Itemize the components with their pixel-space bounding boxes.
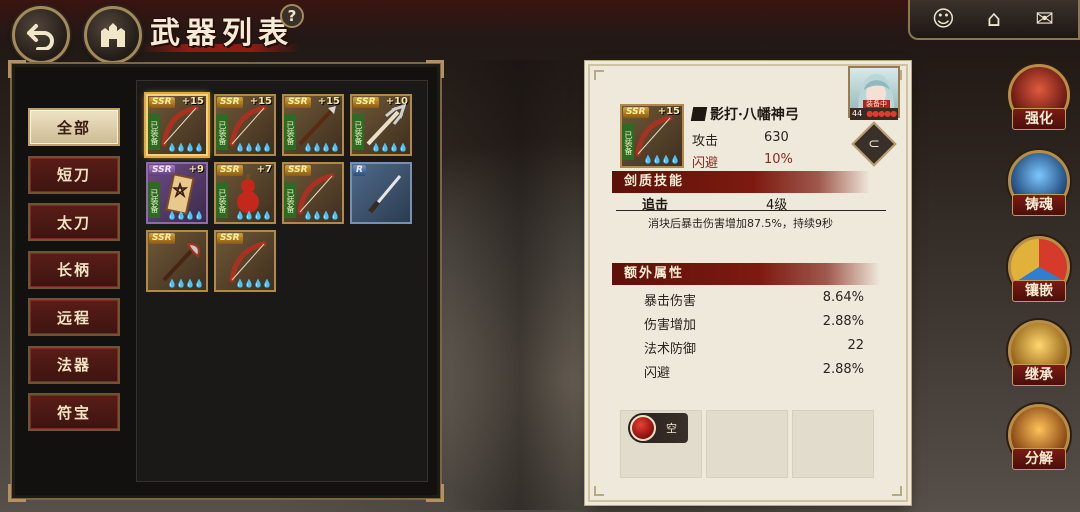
main-city-button[interactable] [84,6,142,64]
lock-icon: ⊂ [868,136,880,152]
soul-drops-icon: 💧💧💧💧 [235,211,272,220]
weapon-type-icon [690,107,708,121]
page-title: 武器列表 [150,16,294,51]
tab-all[interactable]: 全部 [28,108,120,146]
bow-icon [635,115,673,157]
weapon-slot[interactable]: SSR +9 已装备 💧💧💧💧 [146,162,208,224]
stat-attack: 攻击 630 [692,130,789,149]
inlay-button[interactable]: 镶嵌 [1004,236,1074,304]
extra-section-header: 额外属性 [612,263,880,285]
gem-slot[interactable] [792,410,874,478]
dismantle-button[interactable]: 分解 [1004,404,1074,472]
category-tabs: 全部 短刀 太刀 长柄 远程 法器 符宝 [28,108,122,441]
background-pillar [450,60,590,510]
home-icon[interactable]: ⌂ [976,7,1012,32]
extra-stat-row: 暴击伤害 8.64% [644,290,864,309]
tab-talisman[interactable]: 符宝 [28,393,120,431]
back-arrow-icon [27,24,54,50]
card-corner [892,486,902,496]
red-gem-icon [630,415,656,441]
empty-gem-socket[interactable]: 空 [628,413,688,443]
divider [616,210,886,211]
soul-drops-icon: 💧💧💧💧 [303,143,340,152]
soul-drops-icon: 💧💧💧💧 [371,143,408,152]
soul-drops-icon: 💧💧💧💧 [303,211,340,220]
extra-stat-row: 闪避 2.88% [644,362,864,381]
frame-corner [426,484,444,502]
katana-icon [368,175,402,214]
bow-icon [161,105,199,147]
stat-dodge: 闪避 10% [692,152,793,171]
weapon-name: 影打·八幡神弓 [690,104,799,124]
gourd-icon [237,174,259,213]
inherit-button[interactable]: 继承 [1004,320,1074,388]
soul-drops-icon: 💧💧💧💧 [643,155,680,164]
back-button[interactable] [12,6,70,64]
weapon-slot[interactable]: SSR +7 已装备 💧💧💧💧 [214,162,276,224]
extra-stat-row: 法术防御 22 [644,338,864,357]
spear-icon [298,106,336,146]
weapon-slot[interactable]: SSR +15 已装备 💧💧💧💧 [214,94,276,156]
soul-drops-icon: 💧💧💧💧 [235,143,272,152]
frame-corner [8,60,26,78]
tab-magic-item[interactable]: 法器 [28,345,120,384]
weapon-slot[interactable]: SSR 已装备 💧💧💧💧 [282,162,344,224]
tab-tachi[interactable]: 太刀 [28,203,120,241]
castle-icon [101,23,125,47]
soul-forge-button[interactable]: 铸魂 [1004,150,1074,218]
extra-stat-row: 伤害增加 2.88% [644,314,864,333]
character-level: 44 ●●●●● [850,108,898,120]
weapon-slot[interactable]: SSR 💧💧💧💧 [146,230,208,292]
inherit-label: 继承 [1012,364,1066,386]
soul-drops-icon: 💧💧💧💧 [167,143,204,152]
talisman-icon [165,173,195,215]
gem-slot[interactable] [706,410,788,478]
detail-weapon-icon: SSR +15 已装备 💧💧💧💧 [620,104,684,168]
weapon-slot[interactable]: R [350,162,412,224]
tab-ranged[interactable]: 远程 [28,298,120,336]
dismantle-label: 分解 [1012,448,1066,470]
card-corner [594,486,604,496]
soul-forge-label: 铸魂 [1012,194,1066,216]
bow-icon [229,241,267,283]
soul-drops-icon: 💧💧💧💧 [167,279,204,288]
tab-polearm[interactable]: 长柄 [28,250,120,289]
weapon-slot[interactable]: SSR +10 已装备 💧💧💧💧 [350,94,412,156]
tab-dagger[interactable]: 短刀 [28,155,120,194]
top-right-bar: ☺ ⌂ ✉ [908,0,1080,40]
gem-slot-label: 空 [666,422,677,435]
frame-corner [8,484,26,502]
soul-drops-icon: 💧💧💧💧 [167,211,204,220]
weapon-slot[interactable]: SSR +15 已装备 💧💧💧💧 [282,94,344,156]
enhance-label: 强化 [1012,108,1066,130]
frame-corner [426,60,444,78]
skill-description: 消块后暴击伤害增加87.5%，持续9秒 [648,217,833,230]
character-icon[interactable]: ☺ [925,7,961,32]
inlay-label: 镶嵌 [1012,280,1066,302]
halberd-icon [162,242,200,282]
skill-section-header: 剑质技能 [612,171,870,193]
help-icon[interactable]: ? [280,4,304,28]
bow-icon [297,173,335,215]
mail-icon[interactable]: ✉ [1027,7,1063,32]
weapon-slot[interactable]: SSR +15 已装备 💧💧💧💧 [146,94,208,156]
bow-icon [229,105,267,147]
soul-drops-icon: 💧💧💧💧 [235,279,272,288]
star-rating-icon: ●●●●● [866,109,897,118]
card-corner [594,70,604,80]
weapon-slot[interactable]: SSR 💧💧💧💧 [214,230,276,292]
trident-icon [366,104,406,146]
enhance-button[interactable]: 强化 [1004,64,1074,132]
